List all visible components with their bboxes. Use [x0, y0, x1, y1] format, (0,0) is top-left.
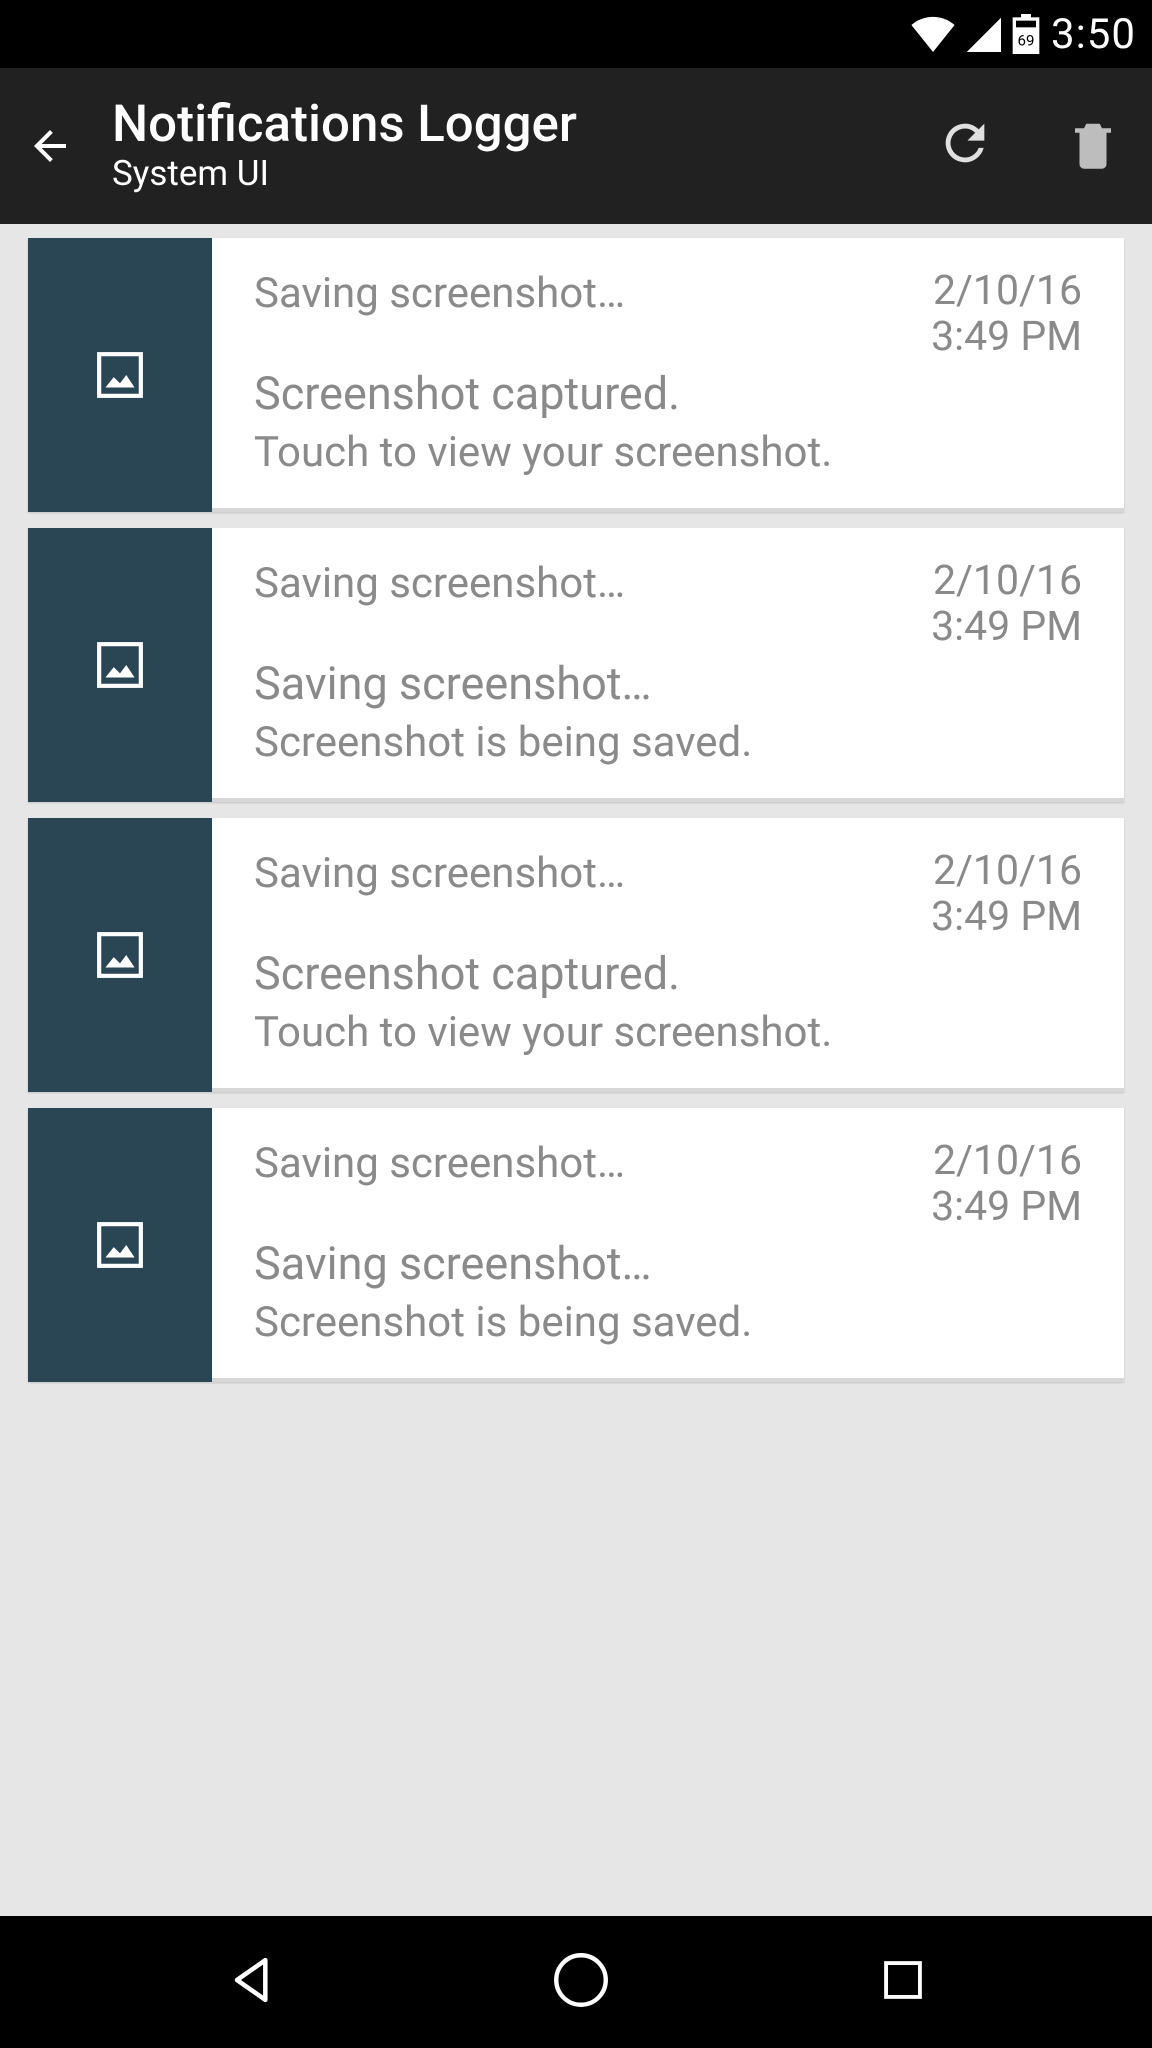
image-icon — [28, 528, 212, 802]
item-title: Saving screenshot… — [254, 1139, 625, 1188]
notification-item[interactable]: Saving screenshot… 2/10/163:49 PM Saving… — [28, 1108, 1124, 1382]
item-timestamp: 2/10/163:49 PM — [931, 1139, 1082, 1231]
status-bar: 69 3:50 — [0, 0, 1152, 68]
item-subtext: Screenshot is being saved. — [254, 1298, 1082, 1347]
status-clock: 3:50 — [1051, 10, 1136, 59]
item-subtext: Screenshot is being saved. — [254, 718, 1082, 767]
nav-back-icon[interactable] — [220, 1946, 288, 2018]
image-icon — [28, 818, 212, 1092]
notification-item[interactable]: Saving screenshot… 2/10/163:49 PM Screen… — [28, 818, 1124, 1092]
refresh-button[interactable] — [936, 114, 994, 178]
item-subtext: Touch to view your screenshot. — [254, 1008, 1082, 1057]
svg-text:69: 69 — [1018, 32, 1035, 50]
navigation-bar — [0, 1916, 1152, 2048]
image-icon — [28, 1108, 212, 1382]
item-title: Saving screenshot… — [254, 849, 625, 898]
image-icon — [28, 238, 212, 512]
item-title: Saving screenshot… — [254, 559, 625, 608]
signal-icon — [965, 16, 1001, 52]
wifi-icon — [911, 16, 955, 52]
item-headline: Screenshot captured. — [254, 947, 1082, 1000]
battery-icon: 69 — [1011, 14, 1041, 54]
content-area: Saving screenshot… 2/10/163:49 PM Screen… — [0, 224, 1152, 1916]
item-headline: Screenshot captured. — [254, 367, 1082, 420]
nav-home-icon[interactable] — [548, 1947, 614, 2017]
item-timestamp: 2/10/163:49 PM — [931, 559, 1082, 651]
action-bar: Notifications Logger System UI — [0, 68, 1152, 224]
item-timestamp: 2/10/163:49 PM — [931, 269, 1082, 361]
page-subtitle: System UI — [112, 153, 908, 194]
notification-item[interactable]: Saving screenshot… 2/10/163:49 PM Saving… — [28, 528, 1124, 802]
nav-recent-icon[interactable] — [874, 1951, 932, 2013]
item-headline: Saving screenshot… — [254, 657, 1082, 710]
back-button[interactable] — [20, 122, 80, 170]
item-timestamp: 2/10/163:49 PM — [931, 849, 1082, 941]
item-headline: Saving screenshot… — [254, 1237, 1082, 1290]
item-subtext: Touch to view your screenshot. — [254, 428, 1082, 477]
item-title: Saving screenshot… — [254, 269, 625, 318]
trash-button[interactable] — [1066, 114, 1120, 178]
page-title: Notifications Logger — [112, 98, 908, 152]
notification-item[interactable]: Saving screenshot… 2/10/163:49 PM Screen… — [28, 238, 1124, 512]
